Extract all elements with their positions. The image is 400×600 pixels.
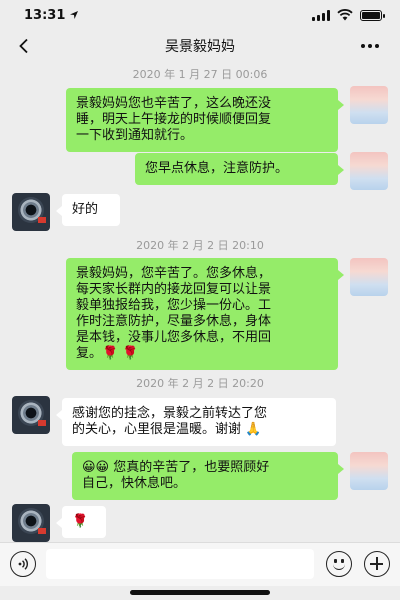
status-time: 13:31 bbox=[24, 7, 66, 23]
nav-bar: 吴景毅妈妈 bbox=[0, 30, 400, 62]
outgoing-message[interactable]: 景毅妈妈您也辛苦了，这么晚还没 睡，明天上午接龙的时候顺便回复 一下收到通知就行… bbox=[66, 88, 344, 152]
input-bar bbox=[0, 542, 400, 586]
contact-avatar[interactable] bbox=[12, 396, 50, 434]
message-line: 自己，快休息吧。 bbox=[82, 476, 187, 491]
status-left: 13:31 bbox=[24, 8, 79, 23]
home-indicator bbox=[130, 590, 270, 595]
message-line: 的关心，心里很是温暖。谢谢 🙏 bbox=[72, 422, 262, 437]
message-line: 您早点休息，注意防护。 bbox=[145, 161, 289, 176]
outgoing-message[interactable]: 您早点休息，注意防护。 bbox=[135, 153, 344, 185]
timestamp: 2020 年 2 月 2 日 20:10 bbox=[136, 239, 264, 252]
voice-button[interactable] bbox=[10, 551, 36, 577]
message-line: 好的 bbox=[72, 202, 99, 217]
voice-icon bbox=[18, 558, 29, 570]
message-line: 景毅妈妈您也辛苦了，这么晚还没 bbox=[76, 96, 272, 111]
message-line: 作时注意防护，尽量多休息，身体 bbox=[76, 314, 272, 329]
message-line: 景毅妈妈，您辛苦了。您多休息， bbox=[76, 266, 272, 281]
back-button[interactable] bbox=[14, 36, 34, 56]
battery-level bbox=[362, 11, 380, 19]
self-avatar[interactable] bbox=[350, 152, 388, 190]
message-line: 是本钱，没事儿您多休息，不用回 bbox=[76, 330, 272, 345]
self-avatar[interactable] bbox=[350, 452, 388, 490]
more-button[interactable] bbox=[358, 36, 382, 56]
message-line: 🌹 bbox=[72, 514, 89, 529]
timestamp: 2020 年 2 月 2 日 20:20 bbox=[136, 377, 264, 390]
message-line: 每天家长群内的接龙回复可以让景 bbox=[76, 282, 272, 297]
self-avatar[interactable] bbox=[350, 86, 388, 124]
incoming-message[interactable]: 感谢您的挂念，景毅之前转达了您 的关心，心里很是温暖。谢谢 🙏 bbox=[56, 398, 336, 446]
contact-avatar[interactable] bbox=[12, 504, 50, 542]
message-input[interactable] bbox=[46, 549, 314, 579]
emoji-button[interactable] bbox=[326, 551, 352, 577]
cellular-signal-icon bbox=[312, 9, 330, 21]
message-line: 复。🌹 🌹 bbox=[76, 346, 139, 361]
message-line: 😀😀 您真的辛苦了，也要照顾好 bbox=[82, 460, 270, 475]
outgoing-message[interactable]: 景毅妈妈，您辛苦了。您多休息， 每天家长群内的接龙回复可以让景 毅单独报给我，您… bbox=[66, 258, 344, 370]
wifi-icon bbox=[337, 9, 353, 21]
location-arrow-icon bbox=[70, 11, 79, 19]
message-line: 感谢您的挂念，景毅之前转达了您 bbox=[72, 406, 268, 421]
status-right bbox=[312, 9, 385, 21]
outgoing-message[interactable]: 😀😀 您真的辛苦了，也要照顾好 自己，快休息吧。 bbox=[72, 452, 344, 500]
self-avatar[interactable] bbox=[350, 258, 388, 296]
status-bar: 13:31 bbox=[0, 0, 400, 30]
incoming-message[interactable]: 好的 bbox=[56, 194, 120, 226]
chat-area[interactable]: 2020 年 1 月 27 日 00:06 景毅妈妈您也辛苦了，这么晚还没 睡，… bbox=[0, 62, 400, 542]
incoming-message[interactable]: 🌹 bbox=[56, 506, 106, 538]
message-line: 睡，明天上午接龙的时候顺便回复 bbox=[76, 112, 272, 127]
contact-avatar[interactable] bbox=[12, 193, 50, 231]
more-dots-icon bbox=[361, 44, 365, 48]
timestamp: 2020 年 1 月 27 日 00:06 bbox=[132, 68, 268, 81]
chevron-left-icon bbox=[19, 38, 28, 54]
message-line: 毅单独报给我，您少操一份心。工 bbox=[76, 298, 272, 313]
chat-title: 吴景毅妈妈 bbox=[165, 39, 235, 55]
battery-icon bbox=[360, 9, 385, 21]
message-line: 一下收到通知就行。 bbox=[76, 128, 194, 143]
plus-button[interactable] bbox=[364, 551, 390, 577]
